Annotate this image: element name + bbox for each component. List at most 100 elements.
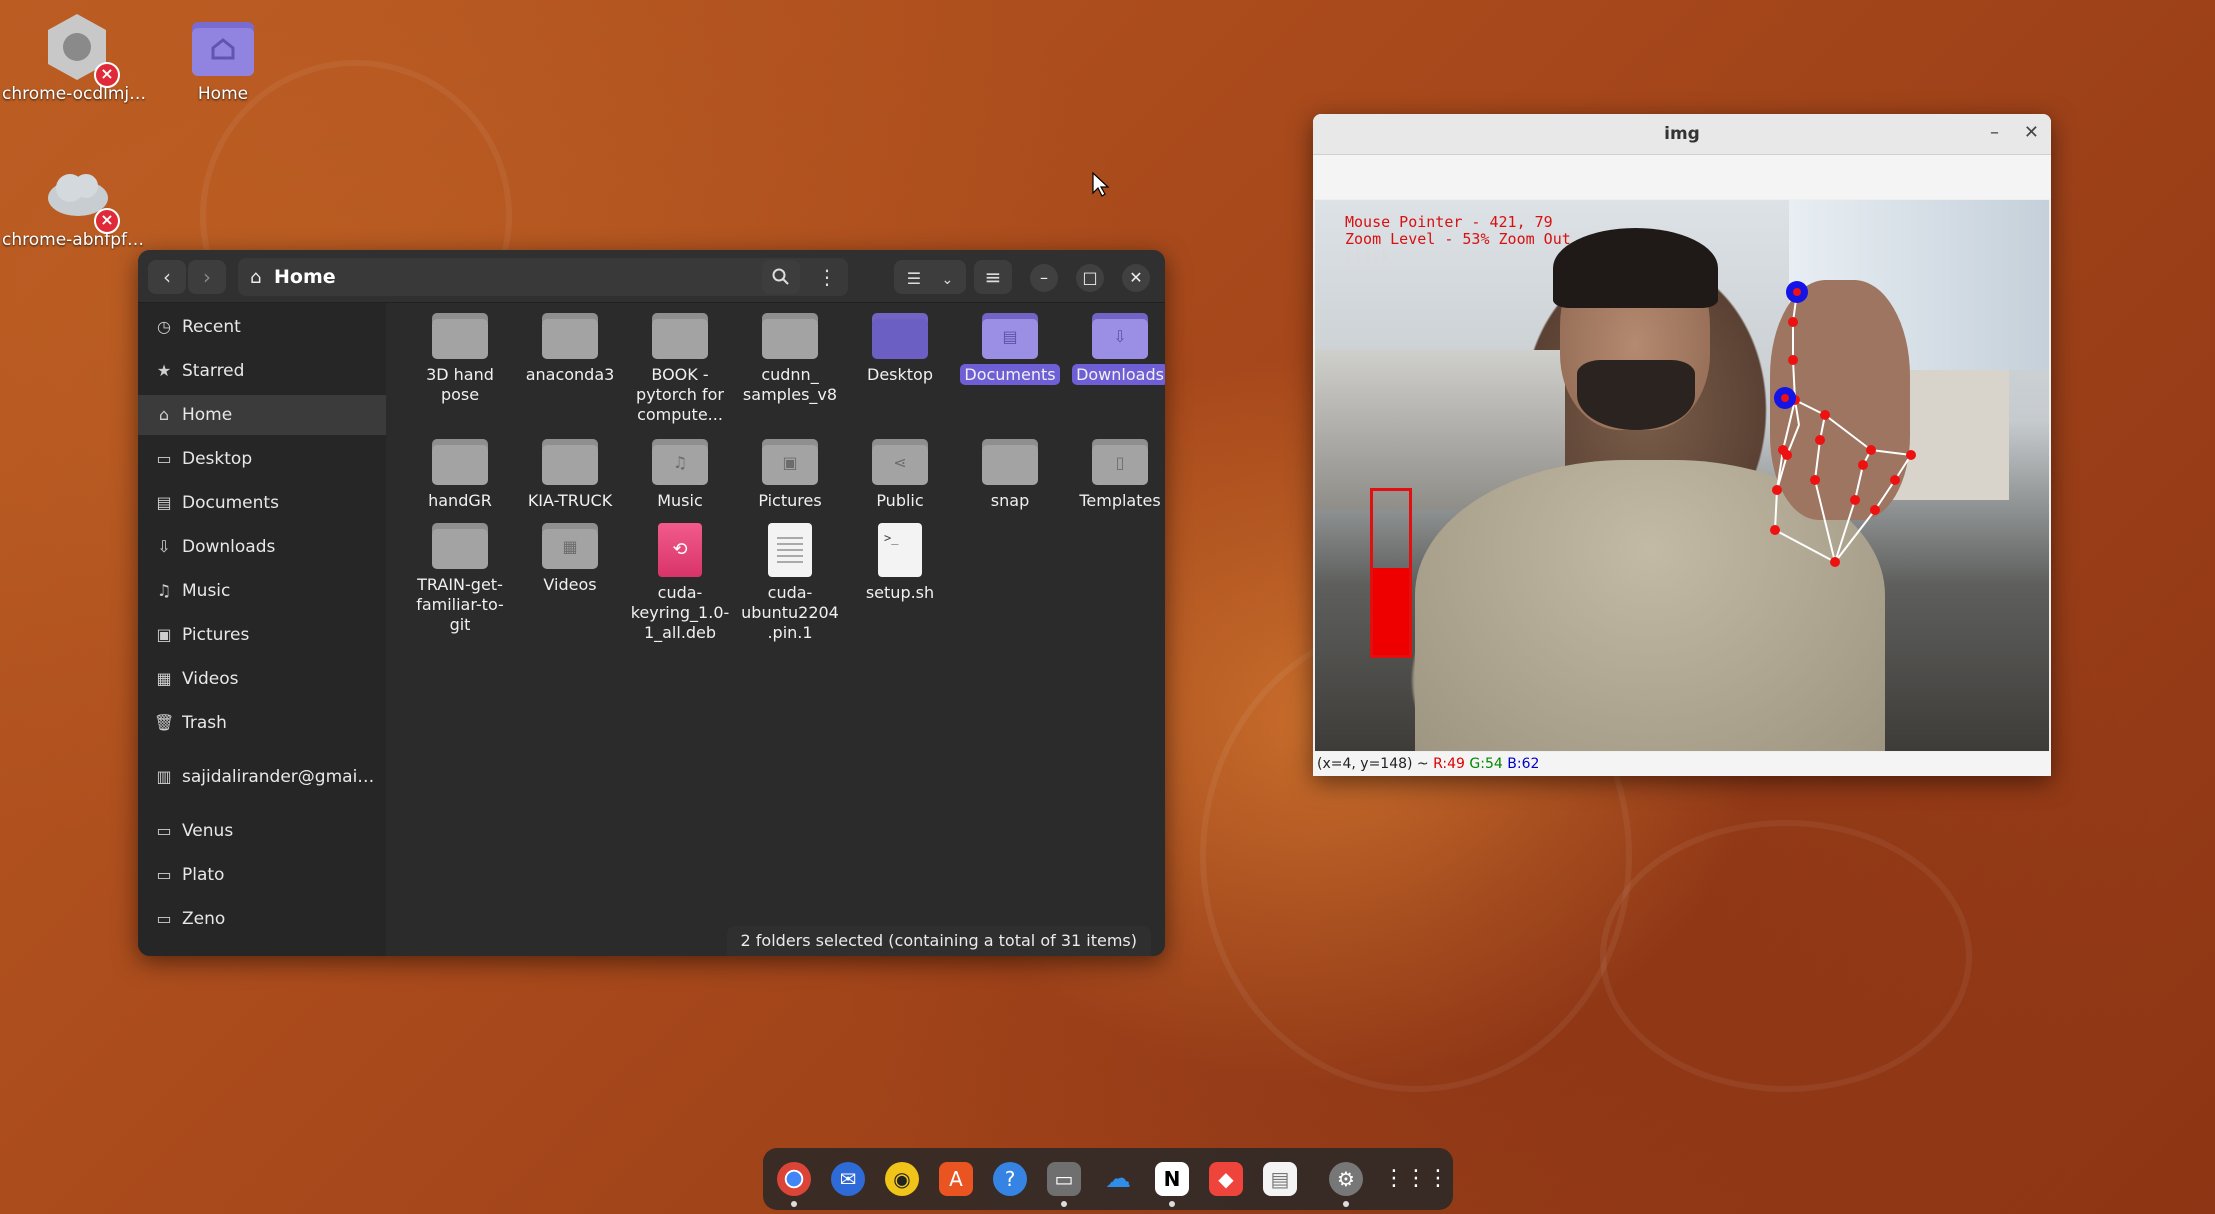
view-list-button[interactable]: ☰ ⌄ (894, 260, 966, 294)
downloads-folder-icon: ⇩ (1092, 313, 1148, 359)
sidebar-item-venus[interactable]: ▭ Venus (138, 811, 386, 851)
desktop-icon-home[interactable]: Home (148, 10, 298, 104)
public-folder-icon: ⋖ (872, 439, 928, 485)
clock-icon: ◷ (157, 317, 171, 336)
maximize-button[interactable]: □ (1076, 264, 1104, 292)
desktop-icon-label: chrome-abnfpfhjmipcn... (2, 230, 152, 250)
folder-item[interactable]: TRAIN-get-familiar-to-git (408, 523, 512, 635)
folder-icon (432, 313, 488, 359)
desktop-icon-chrome-app-1[interactable]: × chrome-ocdlmjhbenod... (2, 10, 152, 104)
desktop-icon-label: chrome-ocdlmjhbenod... (2, 84, 152, 104)
sidebar-item-music[interactable]: ♫ Music (138, 571, 386, 611)
documents-folder-icon: ▤ (982, 313, 1038, 359)
cloud-app-icon: × (40, 156, 120, 234)
minimize-button[interactable]: – (1030, 264, 1058, 292)
sidebar-item-recent[interactable]: ◷ Recent (138, 307, 386, 347)
folder-item[interactable]: anaconda3 (518, 313, 622, 385)
folder-item[interactable]: handGR (408, 439, 512, 511)
folder-item-videos[interactable]: ▦ Videos (518, 523, 622, 595)
path-menu-button[interactable]: ⋮ (806, 258, 848, 296)
settings-icon[interactable]: ⚙ (1329, 1162, 1363, 1196)
close-button[interactable]: ✕ (2024, 122, 2039, 143)
files-icon[interactable]: ▭ (1047, 1162, 1081, 1196)
folder-item-music[interactable]: ♫ Music (628, 439, 732, 511)
folder-item-templates[interactable]: ▯ Templates (1068, 439, 1165, 511)
window-title: img (1664, 124, 1700, 144)
sidebar-item-online-account[interactable]: ▥ sajidalirander@gmail... (138, 757, 386, 797)
folder-icon (542, 313, 598, 359)
main-menu-button[interactable]: ≡ (974, 260, 1012, 294)
help-icon[interactable]: ? (993, 1162, 1027, 1196)
img-window: img – ✕ Mouse Pointer - 421, 79 Zoom Lev… (1313, 114, 2051, 776)
anydesk-icon[interactable]: ◆ (1209, 1162, 1243, 1196)
home-folder-icon (186, 10, 260, 84)
folder-item[interactable]: BOOK - pytorch for compute... (628, 313, 732, 425)
onedrive-icon[interactable]: ☁ (1101, 1162, 1135, 1196)
wallpaper-swirl (1600, 820, 1972, 1092)
desktop-icon-label: Home (197, 84, 249, 104)
running-indicator (1169, 1201, 1175, 1207)
file-item-script[interactable]: >_ setup.sh (848, 523, 952, 603)
sidebar-item-pictures[interactable]: ▣ Pictures (138, 615, 386, 655)
folder-item[interactable]: KIA-TRUCK (518, 439, 622, 511)
folder-icon (652, 313, 708, 359)
file-manager-header: ‹ › ⌂ Home ⋮ ☰ ⌄ ≡ – □ ✕ (138, 250, 1165, 303)
zoom-level-bar (1370, 488, 1412, 658)
close-button[interactable]: ✕ (1122, 264, 1150, 292)
error-badge-icon: × (94, 62, 120, 88)
path-bar[interactable]: ⌂ Home ⋮ (238, 258, 848, 296)
sidebar-item-zeno[interactable]: ▭ Zeno (138, 899, 386, 939)
status-bar: 2 folders selected (containing a total o… (726, 926, 1151, 956)
thunderbird-icon[interactable]: ✉ (831, 1162, 865, 1196)
folder-icon (432, 523, 488, 569)
rhythmbox-icon[interactable]: ◉ (885, 1162, 919, 1196)
zoom-level-readout: Zoom Level - 53% Zoom Out (1345, 230, 1571, 248)
folder-item-pictures[interactable]: ▣ Pictures (738, 439, 842, 511)
sidebar-item-videos[interactable]: ▦ Videos (138, 659, 386, 699)
download-icon: ⇩ (157, 537, 171, 556)
notion-icon[interactable]: N (1155, 1162, 1189, 1196)
folder-item-documents[interactable]: ▤ Documents (958, 313, 1062, 385)
search-button[interactable] (762, 260, 800, 294)
folder-item-downloads[interactable]: ⇩ Downloads (1068, 313, 1165, 385)
app-center-icon[interactable]: A (939, 1162, 973, 1196)
deb-package-icon: ⟲ (658, 523, 702, 577)
text-editor-icon[interactable]: ▤ (1263, 1162, 1297, 1196)
folder-item-desktop[interactable]: Desktop (848, 313, 952, 385)
img-title-bar[interactable]: img – ✕ (1313, 114, 2051, 155)
pictures-folder-icon: ▣ (762, 439, 818, 485)
minimize-button[interactable]: – (1990, 122, 1999, 143)
file-manager-window: ‹ › ⌂ Home ⋮ ☰ ⌄ ≡ – □ ✕ ◷ Recent ★ Starre… (138, 250, 1165, 956)
sidebar-item-trash[interactable]: 🗑︎ Trash (138, 703, 386, 743)
forward-button[interactable]: › (188, 260, 226, 294)
chrome-app-icon: × (40, 10, 120, 88)
mouse-pointer-readout: Mouse Pointer - 421, 79 (1345, 213, 1553, 231)
path-title: Home (274, 266, 336, 288)
folder-item-public[interactable]: ⋖ Public (848, 439, 952, 511)
folder-item[interactable]: snap (958, 439, 1062, 511)
sidebar-item-home[interactable]: ⌂ Home (138, 395, 386, 435)
chrome-icon[interactable] (777, 1162, 811, 1196)
sidebar-item-downloads[interactable]: ⇩ Downloads (138, 527, 386, 567)
sidebar-item-desktop[interactable]: ▭ Desktop (138, 439, 386, 479)
online-account-icon: ▥ (156, 767, 172, 786)
video-icon: ▦ (156, 669, 172, 688)
file-item-text[interactable]: cuda-ubuntu2204 .pin.1 (738, 523, 842, 643)
pixel-green-value: G:54 (1469, 756, 1503, 772)
folder-icon (982, 439, 1038, 485)
img-toolbar (1313, 155, 2051, 199)
folder-item[interactable]: 3D hand pose (408, 313, 512, 405)
running-indicator (1061, 1201, 1067, 1207)
desktop-icon-chrome-app-2[interactable]: × chrome-abnfpfhjmipcn... (2, 156, 152, 250)
file-item-deb[interactable]: ⟲ cuda-keyring_1.0-1_all.deb (628, 523, 732, 643)
sidebar-item-documents[interactable]: ▤ Documents (138, 483, 386, 523)
music-icon: ♫ (156, 581, 172, 600)
show-apps-icon[interactable]: ⋮⋮⋮ (1383, 1162, 1449, 1196)
folder-icon (762, 313, 818, 359)
back-button[interactable]: ‹ (148, 260, 186, 294)
folder-item[interactable]: cudnn_ samples_v8 (738, 313, 842, 405)
running-indicator (791, 1201, 797, 1207)
sidebar-item-starred[interactable]: ★ Starred (138, 351, 386, 391)
folder-icon: ▭ (156, 821, 172, 840)
sidebar-item-plato[interactable]: ▭ Plato (138, 855, 386, 895)
